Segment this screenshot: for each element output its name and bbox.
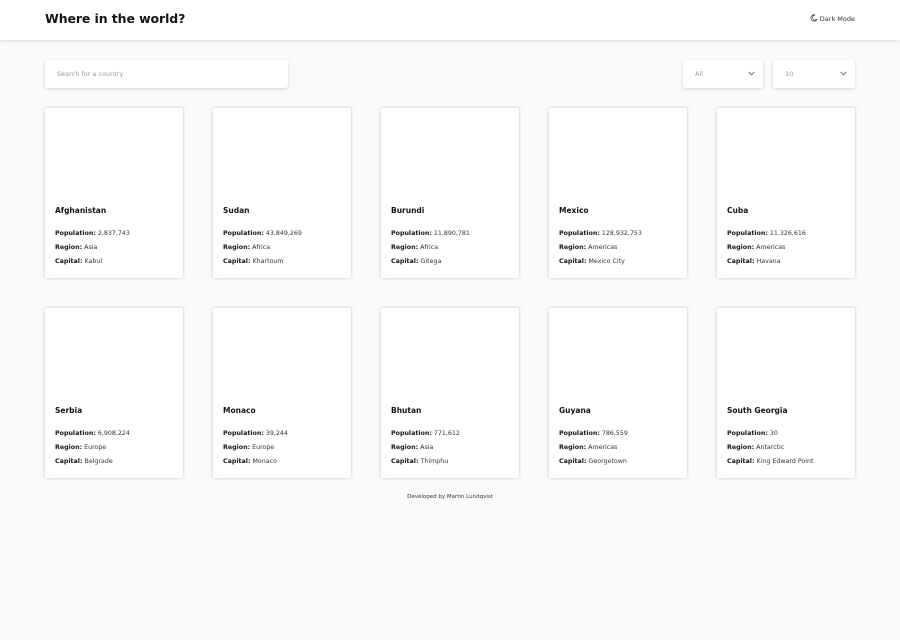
country-name: Bhutan	[391, 406, 422, 415]
country-flag	[717, 108, 855, 196]
country-region: Region: Asia	[391, 444, 434, 451]
country-population: Population: 128,932,753	[559, 230, 642, 237]
country-capital: Capital: King Edward Point	[727, 458, 814, 465]
country-name: Guyana	[559, 406, 591, 415]
country-population: Population: 2,837,743	[55, 230, 130, 237]
country-name: Mexico	[559, 206, 589, 215]
search-input[interactable]	[55, 69, 279, 79]
country-flag	[381, 108, 519, 196]
country-population: Population: 786,559	[559, 430, 628, 437]
search-box	[45, 60, 288, 88]
country-flag	[549, 308, 687, 396]
dark-mode-toggle[interactable]: Dark Mode	[810, 14, 855, 24]
region-filter-value: All	[695, 70, 704, 78]
country-card[interactable]: Guyana Population: 786,559 Region: Ameri…	[549, 308, 687, 478]
country-population: Population: 6,908,224	[55, 430, 130, 437]
country-card[interactable]: Cuba Population: 11,326,616 Region: Amer…	[717, 108, 855, 278]
country-card[interactable]: Mexico Population: 128,932,753 Region: A…	[549, 108, 687, 278]
country-name: Burundi	[391, 206, 425, 215]
country-name: Sudan	[223, 206, 250, 215]
country-card[interactable]: Serbia Population: 6,908,224 Region: Eur…	[45, 308, 183, 478]
country-capital: Capital: Gitega	[391, 258, 442, 265]
country-region: Region: Asia	[55, 244, 98, 251]
country-card[interactable]: Bhutan Population: 771,612 Region: Asia …	[381, 308, 519, 478]
region-filter-select[interactable]: All	[683, 60, 763, 88]
country-flag	[45, 308, 183, 396]
country-capital: Capital: Monaco	[223, 458, 277, 465]
country-capital: Capital: Kabul	[55, 258, 103, 265]
country-capital: Capital: Georgetown	[559, 458, 627, 465]
country-name: Monaco	[223, 406, 256, 415]
country-name: Cuba	[727, 206, 749, 215]
country-card[interactable]: Burundi Population: 11,890,781 Region: A…	[381, 108, 519, 278]
country-capital: Capital: Havana	[727, 258, 781, 265]
count-filter-select[interactable]: 10	[773, 60, 855, 88]
country-population: Population: 43,849,269	[223, 230, 302, 237]
country-name: South Georgia	[727, 406, 788, 415]
country-card[interactable]: Afghanistan Population: 2,837,743 Region…	[45, 108, 183, 278]
country-capital: Capital: Belgrade	[55, 458, 113, 465]
dark-mode-label: Dark Mode	[819, 15, 855, 23]
country-region: Region: Americas	[559, 444, 618, 451]
country-population: Population: 39,244	[223, 430, 288, 437]
country-flag	[45, 108, 183, 196]
country-flag	[549, 108, 687, 196]
country-region: Region: Americas	[727, 244, 786, 251]
app-title: Where in the world?	[45, 11, 186, 26]
country-population: Population: 11,890,781	[391, 230, 470, 237]
top-header: Where in the world? Dark Mode	[0, 0, 900, 40]
country-card[interactable]: South Georgia Population: 30 Region: Ant…	[717, 308, 855, 478]
country-capital: Capital: Khartoum	[223, 258, 284, 265]
country-card[interactable]: Monaco Population: 39,244 Region: Europe…	[213, 308, 351, 478]
chevron-down-icon	[748, 71, 755, 76]
country-flag	[717, 308, 855, 396]
moon-icon	[810, 14, 818, 24]
footer-credit: Developed by Martin Lundqvist	[407, 494, 493, 500]
country-population: Population: 30	[727, 430, 778, 437]
country-name: Afghanistan	[55, 206, 107, 215]
country-population: Population: 771,612	[391, 430, 460, 437]
country-region: Region: Africa	[223, 244, 271, 251]
country-flag	[213, 308, 351, 396]
country-card[interactable]: Sudan Population: 43,849,269 Region: Afr…	[213, 108, 351, 278]
country-region: Region: Americas	[559, 244, 618, 251]
country-region: Region: Europe	[55, 444, 107, 451]
country-region: Region: Africa	[391, 244, 439, 251]
country-capital: Capital: Mexico City	[559, 258, 625, 265]
chevron-down-icon	[840, 71, 847, 76]
country-capital: Capital: Thimphu	[391, 458, 449, 465]
country-region: Region: Europe	[223, 444, 275, 451]
country-name: Serbia	[55, 406, 83, 415]
count-filter-value: 10	[785, 70, 794, 78]
country-flag	[381, 308, 519, 396]
country-flag	[213, 108, 351, 196]
country-population: Population: 11,326,616	[727, 230, 806, 237]
country-region: Region: Antarctic	[727, 444, 785, 451]
